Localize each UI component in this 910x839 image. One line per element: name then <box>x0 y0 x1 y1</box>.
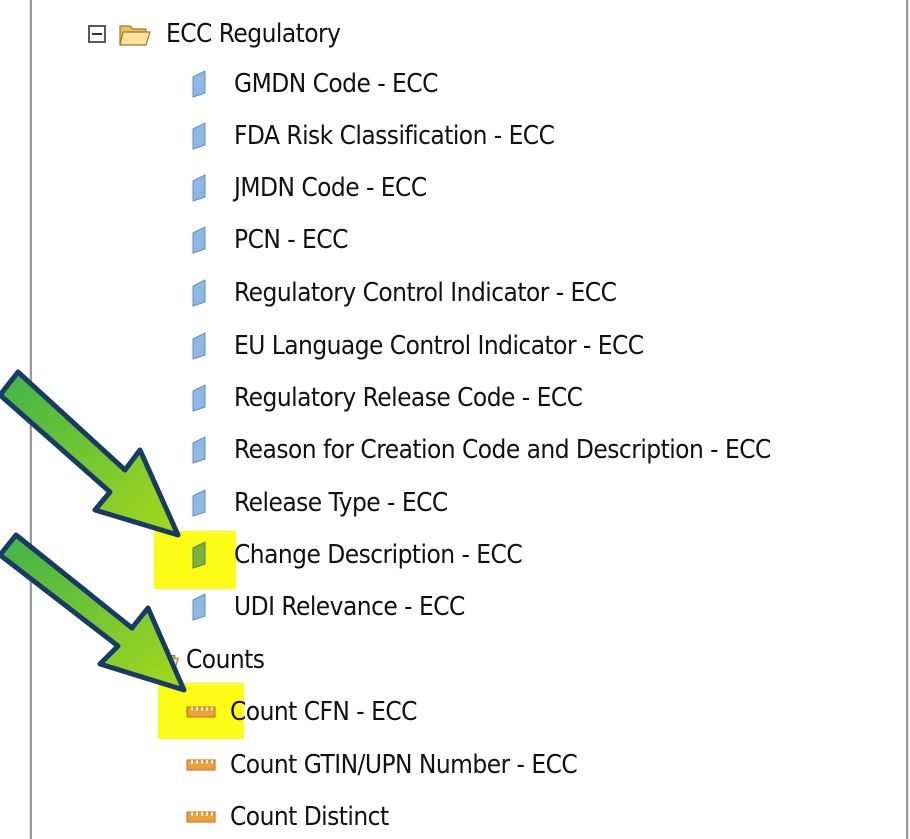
item-label: Count Distinct <box>230 802 389 832</box>
item-label: Regulatory Control Indicator - ECC <box>234 278 617 308</box>
measure-ruler-icon <box>186 706 216 718</box>
tree-item-regulatory-release-code[interactable]: Regulatory Release Code - ECC <box>188 378 621 418</box>
tree-item-release-type[interactable]: Release Type - ECC <box>188 483 471 523</box>
tree-folder-counts[interactable]: Counts <box>150 640 273 680</box>
item-label: Count GTIN/UPN Number - ECC <box>230 750 578 780</box>
folder-label: ECC Regulatory <box>166 19 341 49</box>
tree-item-fda-risk-classification[interactable]: FDA Risk Classification - ECC <box>188 116 590 156</box>
attribute-icon <box>192 489 206 517</box>
attribute-icon <box>192 70 206 98</box>
attribute-icon <box>192 279 206 307</box>
item-label: Regulatory Release Code - ECC <box>234 383 583 413</box>
measure-ruler-icon <box>186 759 216 771</box>
item-label: GMDN Code - ECC <box>234 69 438 99</box>
tree-item-regulatory-control-indicator[interactable]: Regulatory Control Indicator - ECC <box>188 273 659 313</box>
tree-item-count-cfn[interactable]: Count CFN - ECC <box>186 692 438 732</box>
tree-item-count-distinct[interactable]: Count Distinct <box>186 797 406 837</box>
tree-item-udi-relevance[interactable]: UDI Relevance - ECC <box>188 587 490 627</box>
attribute-icon <box>192 174 206 202</box>
item-label: Reason for Creation Code and Description… <box>234 435 771 465</box>
attribute-icon <box>192 226 206 254</box>
tree-item-eu-language-control-indicator[interactable]: EU Language Control Indicator - ECC <box>188 326 689 366</box>
attribute-icon <box>192 436 206 464</box>
item-label: Count CFN - ECC <box>230 697 417 727</box>
tree-folder-ecc-regulatory[interactable]: ECC Regulatory <box>88 14 360 54</box>
attribute-icon <box>192 593 206 621</box>
tree-item-jmdn-code[interactable]: JMDN Code - ECC <box>188 168 448 208</box>
tree-item-reason-for-creation[interactable]: Reason for Creation Code and Description… <box>188 430 830 470</box>
item-label: JMDN Code - ECC <box>234 173 427 203</box>
attribute-icon <box>192 122 206 150</box>
tree-item-count-gtin-upn[interactable]: Count GTIN/UPN Number - ECC <box>186 745 616 785</box>
collapse-minus-icon[interactable] <box>88 25 106 43</box>
item-label: PCN - ECC <box>234 225 348 255</box>
item-label: EU Language Control Indicator - ECC <box>234 331 644 361</box>
attribute-icon <box>192 384 206 412</box>
item-label: UDI Relevance - ECC <box>234 592 465 622</box>
tree-item-pcn[interactable]: PCN - ECC <box>188 220 361 260</box>
item-label: FDA Risk Classification - ECC <box>234 121 555 151</box>
tree-item-gmdn-code[interactable]: GMDN Code - ECC <box>188 64 461 104</box>
attribute-icon <box>192 541 206 569</box>
measure-ruler-icon <box>186 811 216 823</box>
attribute-icon <box>192 332 206 360</box>
item-label: Change Description - ECC <box>234 540 523 570</box>
tree-item-change-description[interactable]: Change Description - ECC <box>188 535 554 575</box>
open-folder-icon <box>119 25 151 46</box>
folder-label: Counts <box>186 645 265 675</box>
item-label: Release Type - ECC <box>234 488 448 518</box>
open-folder-icon <box>151 652 179 671</box>
